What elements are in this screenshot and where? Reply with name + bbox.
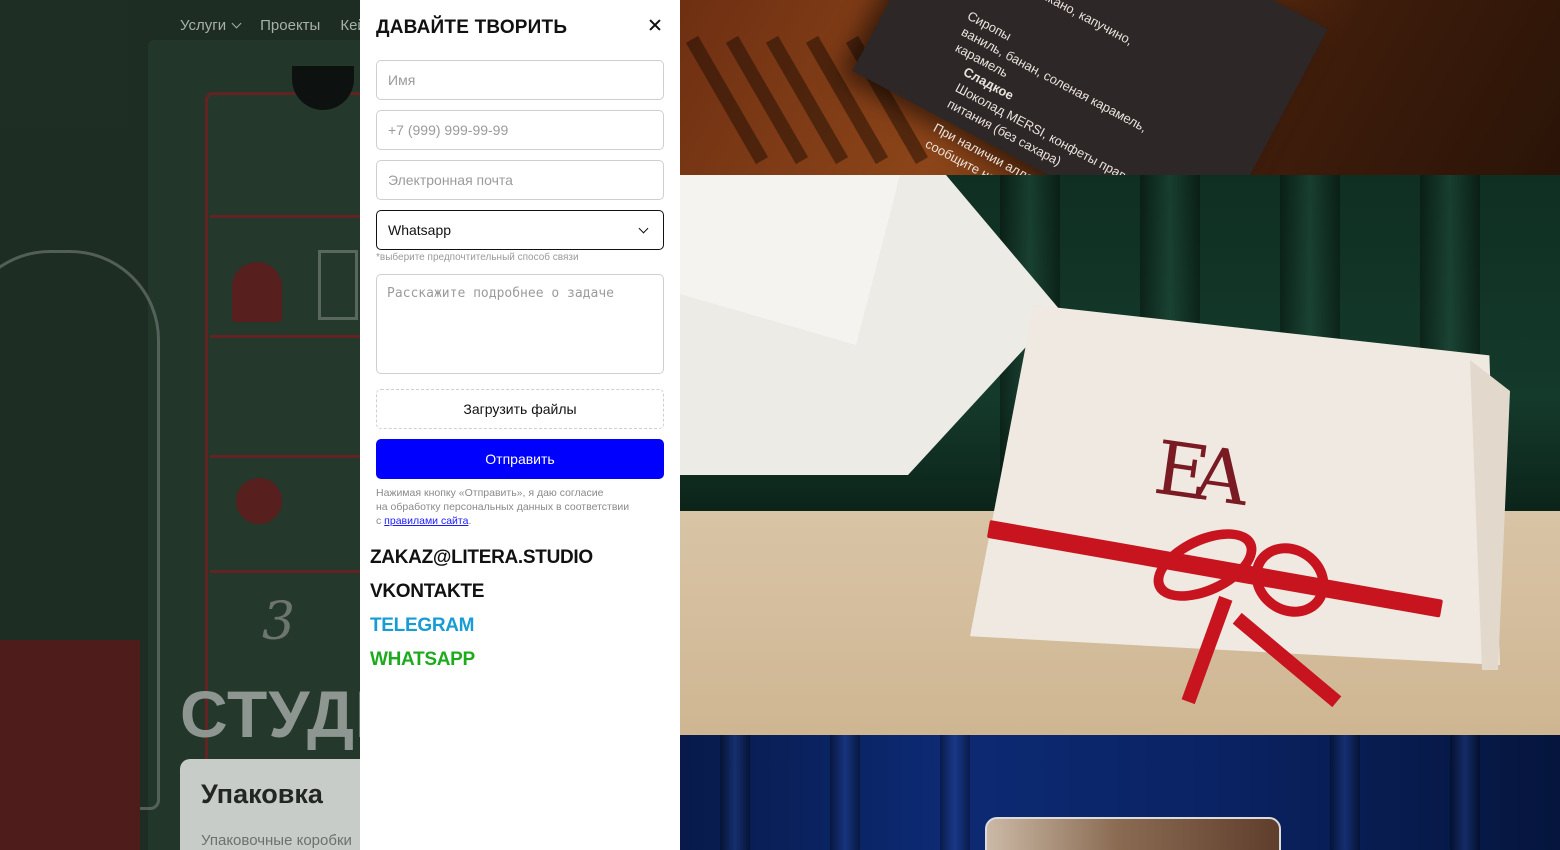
contact-email-link[interactable]: ZAKAZ@LITERA.STUDIO xyxy=(370,547,593,569)
nav-item-label: Услуги xyxy=(180,17,227,34)
nav-item-services[interactable]: Услуги xyxy=(180,17,242,34)
consent-line: Нажимая кнопку «Отправить», я даю соглас… xyxy=(376,487,604,499)
service-card-packaging[interactable]: Упаковка Упаковочные коробки xyxy=(180,759,380,850)
email-field[interactable] xyxy=(376,160,664,200)
consent-suffix: . xyxy=(468,515,472,527)
close-icon[interactable] xyxy=(644,14,666,36)
upload-files-button[interactable]: Загрузить файлы xyxy=(376,389,664,429)
curtain-fold xyxy=(720,735,750,850)
consent-line: с правилами сайта. xyxy=(376,514,656,528)
contact-whatsapp-link[interactable]: WHATSAPP xyxy=(370,649,475,671)
curtain-fold xyxy=(1450,735,1480,850)
message-textarea[interactable] xyxy=(376,274,664,374)
top-nav: Услуги Проекты Кей xyxy=(180,17,366,34)
portfolio-image-envelope: EA xyxy=(680,175,1560,735)
panel-title: Давайте творить xyxy=(376,17,568,38)
contact-form-panel: Давайте творить Whatsapp *выберите предп… xyxy=(360,0,680,850)
shadow-stripe xyxy=(725,35,809,165)
chevron-down-icon xyxy=(638,223,649,233)
page-root: 3 Услуги Проекты Кей СТУДИ Упаковка Упак… xyxy=(0,0,1560,850)
upload-files-label: Загрузить файлы xyxy=(463,401,577,417)
contact-telegram-link[interactable]: TELEGRAM xyxy=(370,615,475,637)
portfolio-image-blue-curtain xyxy=(680,735,1560,850)
consent-prefix: с xyxy=(376,515,385,527)
submit-button[interactable]: Отправить xyxy=(376,439,664,479)
curtain-fold xyxy=(940,735,970,850)
consent-line: на обработку персональных данных в соотв… xyxy=(376,501,630,513)
contact-vkontakte-link[interactable]: VKONTAKTE xyxy=(370,581,484,603)
consent-text: Нажимая кнопку «Отправить», я даю соглас… xyxy=(376,486,656,528)
phone-field[interactable] xyxy=(376,110,664,150)
contact-method-select[interactable]: Whatsapp xyxy=(376,210,664,250)
service-card-subtitle: Упаковочные коробки xyxy=(201,832,352,849)
nav-item-label: Проекты xyxy=(260,17,321,34)
curtain-fold xyxy=(830,735,860,850)
chevron-down-icon xyxy=(231,18,242,29)
portfolio-image-menu-card: рикано, капучино, Сиропы ваниль, банан, … xyxy=(680,0,1560,175)
framed-artwork xyxy=(985,817,1281,850)
service-card-title: Упаковка xyxy=(201,779,323,809)
contact-method-value: Whatsapp xyxy=(388,222,452,238)
contact-method-hint: *выберите предпочтительный способ связи xyxy=(376,252,579,263)
name-field[interactable] xyxy=(376,60,664,100)
curtain-fold xyxy=(1330,735,1360,850)
monogram-logo: EA xyxy=(1149,424,1241,522)
nav-item-projects[interactable]: Проекты xyxy=(260,17,320,34)
shadow-stripe xyxy=(685,35,769,165)
site-rules-link[interactable]: правилами сайта xyxy=(384,515,468,527)
shadow-stripe xyxy=(765,35,849,165)
